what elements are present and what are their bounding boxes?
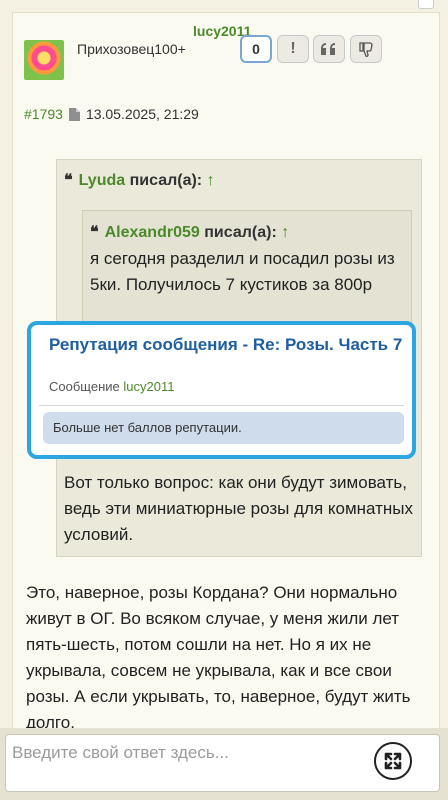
report-button[interactable]: ! (277, 35, 309, 63)
quote-header-inner: ❝ Alexandr059 писал(а): ↑ (90, 222, 289, 242)
reputation-button[interactable]: 0 (240, 35, 272, 63)
top-strip (0, 0, 448, 12)
popup-title: Репутация сообщения - Re: Розы. Часть 7 (49, 335, 403, 354)
quote-author-link[interactable]: Alexandr059 (105, 224, 200, 241)
user-rank: Прихозовец100+ (77, 41, 186, 57)
expand-button[interactable] (374, 742, 412, 780)
popup-sub-label: Сообщение (49, 379, 120, 394)
up-arrow-icon[interactable]: ↑ (281, 224, 289, 241)
previous-post-edge (418, 0, 434, 9)
quote-header-outer: ❝ Lyuda писал(а): ↑ (64, 170, 215, 190)
wrote-label: писал(а): (129, 172, 203, 189)
quote-icon (321, 43, 335, 55)
quote-outer-text: Вот только вопрос: как они будут зимоват… (64, 473, 414, 544)
post-number-link[interactable]: #1793 (24, 106, 63, 122)
quote-button[interactable] (313, 35, 345, 63)
post-meta: #1793 13.05.2025, 21:29 (24, 106, 199, 122)
reputation-count: 0 (252, 41, 260, 57)
user-avatar[interactable] (24, 40, 64, 80)
popup-user-link[interactable]: lucy2011 (123, 379, 174, 394)
quote-inner-text: я сегодня разделил и посадил розы из 5ки… (90, 249, 395, 294)
wrote-label: писал(а): (204, 224, 277, 241)
report-icon: ! (290, 40, 296, 57)
popup-notice: Больше нет баллов репутации. (43, 412, 404, 444)
reputation-popup: Репутация сообщения - Re: Розы. Часть 7 … (27, 321, 416, 459)
quote-author-link[interactable]: Lyuda (79, 172, 126, 189)
popup-divider (39, 405, 404, 406)
quote-icon: ❝ (64, 170, 73, 189)
popup-subtitle: Сообщение lucy2011 (49, 379, 174, 394)
quote-icon: ❝ (90, 222, 99, 241)
up-arrow-icon[interactable]: ↑ (207, 172, 215, 189)
document-icon[interactable] (68, 107, 80, 121)
thumbs-down-icon (359, 42, 373, 57)
expand-icon (384, 752, 402, 770)
dislike-button[interactable] (350, 35, 382, 63)
post-body-text: Это, наверное, розы Кордана? Они нормаль… (26, 583, 411, 732)
post-date: 13.05.2025, 21:29 (85, 106, 199, 122)
